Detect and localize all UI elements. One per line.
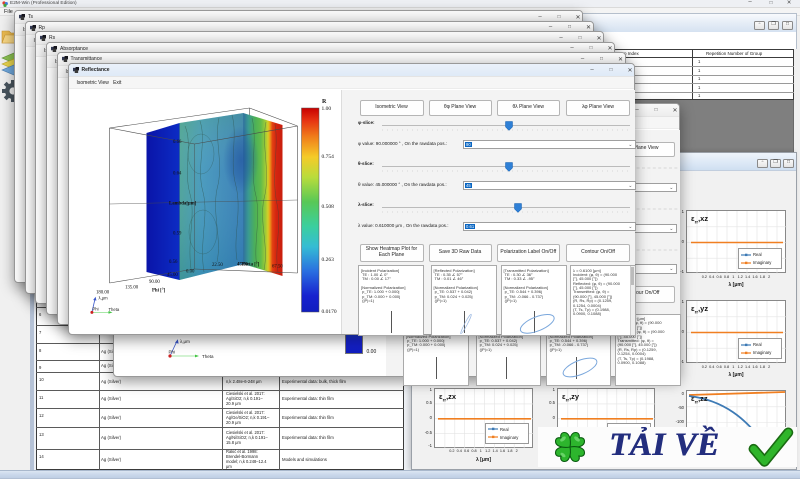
svg-text:0.00: 0.00 [186,270,195,275]
svg-text:0.508: 0.508 [321,204,334,210]
svg-text:67.50: 67.50 [272,265,283,270]
svg-text:Lambda[μm]: Lambda[μm] [169,202,197,207]
svg-text:λ,μm: λ,μm [180,339,190,344]
svg-text:0.64: 0.64 [173,172,182,177]
svg-text:0.263: 0.263 [321,257,334,263]
svg-text:R: R [322,99,327,105]
svg-text:0.59: 0.59 [173,232,182,237]
svg-text:1.00: 1.00 [321,106,331,112]
svg-text:90.00: 90.00 [149,280,160,285]
svg-text:0.56: 0.56 [169,260,178,265]
svg-text:Theta [°]: Theta [°] [241,263,260,268]
svg-text:Theta: Theta [108,307,119,312]
svg-text:22.50: 22.50 [212,263,223,268]
svg-text:135.00: 135.00 [125,286,139,291]
svg-text:45.00: 45.00 [167,273,178,278]
svg-text:0.754: 0.754 [321,154,334,160]
svg-text:λ,μm: λ,μm [98,296,108,301]
svg-text:0.0170: 0.0170 [321,309,336,315]
svg-text:Theta: Theta [202,354,214,359]
svg-text:Phi: Phi [92,306,98,311]
svg-text:Phi: Phi [168,350,175,355]
svg-text:Phi [°]: Phi [°] [152,289,166,294]
svg-text:0.66: 0.66 [173,140,182,145]
